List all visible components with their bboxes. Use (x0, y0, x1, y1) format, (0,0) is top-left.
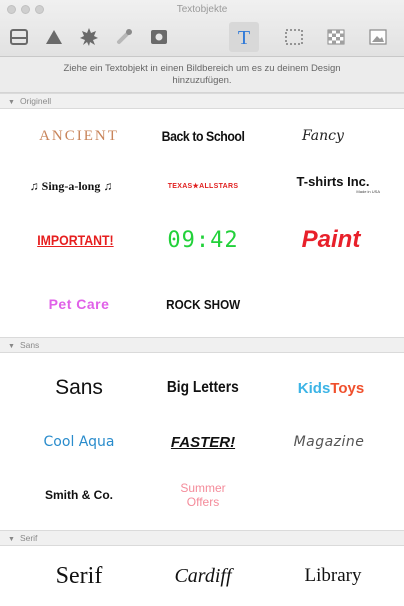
image-tool-button[interactable] (363, 22, 393, 52)
text-object-tshirts[interactable]: T-shirts Inc. Made in USA (266, 156, 400, 212)
text-object-label: Serif (55, 562, 103, 589)
text-object-label: Pet Care (48, 296, 110, 312)
text-object-rock-show[interactable]: ROCK SHOW (136, 276, 270, 332)
text-object-label: Sans (55, 376, 103, 399)
text-object-magazine[interactable]: Magazine (262, 414, 396, 470)
text-object-cool-aqua[interactable]: Cool Aqua (12, 414, 146, 470)
text-object-label: Summer (180, 481, 226, 495)
text-object-faster[interactable]: FASTER! (136, 414, 270, 470)
text-object-sing-a-long[interactable]: ♫ Sing-a-long ♫ (4, 158, 138, 214)
text-object-label: Cool Aqua (43, 434, 115, 450)
pattern-icon (327, 29, 345, 45)
text-object-kids-toys[interactable]: KidsToys (264, 360, 398, 416)
window-title: Textobjekte (176, 4, 228, 15)
selection-tool-button[interactable] (279, 22, 309, 52)
text-objects-window: Textobjekte T Ziehe ein Textobjekt in ei… (0, 0, 404, 606)
text-object-big-letters[interactable]: Big Letters (136, 360, 270, 416)
section-label: Originell (19, 96, 52, 106)
text-object-sublabel: Made in USA (356, 189, 380, 194)
badge-icon (80, 28, 98, 46)
hint-line-2: hinzuzufügen. (172, 75, 232, 86)
text-object-label: FASTER! (170, 433, 236, 451)
instruction-hint: Ziehe ein Textobjekt in einen Bildbereic… (0, 57, 404, 93)
hint-line-1: Ziehe ein Textobjekt in einen Bildbereic… (63, 63, 341, 74)
text-tool-button[interactable]: T (229, 22, 259, 52)
disclosure-triangle-icon: ▼ (8, 343, 15, 350)
section-label: Serif (19, 533, 38, 543)
text-object-cardiff[interactable]: Cardiff (136, 548, 270, 604)
text-icon: T (238, 27, 250, 48)
text-object-paint[interactable]: Paint (264, 212, 398, 268)
section-header-serif[interactable]: ▼ Serif (0, 530, 404, 546)
text-object-pet-care[interactable]: Pet Care (12, 276, 146, 332)
text-object-label: Cardiff (174, 564, 232, 587)
text-object-label: ♫ Sing-a-long ♫ (29, 178, 113, 193)
text-object-label: TEXAS★ALLSTARS (167, 183, 239, 190)
section-label: Sans (19, 340, 40, 350)
text-object-texas-allstars[interactable]: TEXAS★ALLSTARS (136, 158, 270, 214)
title-bar: Textobjekte T (0, 0, 404, 57)
text-object-label: ROCK SHOW (165, 296, 241, 312)
selection-icon (285, 29, 303, 45)
kids-word: Kids (297, 379, 331, 397)
text-object-summer-offers[interactable]: Summer Offers (136, 467, 270, 523)
text-object-label: IMPORTANT! (36, 232, 114, 248)
shapes-icon (46, 30, 62, 44)
section-header-sans[interactable]: ▼ Sans (0, 337, 404, 353)
brush-tool-button[interactable] (109, 22, 139, 52)
text-object-label: Big Letters (167, 379, 239, 396)
toys-word: Toys (330, 379, 365, 397)
text-object-smith-co[interactable]: Smith & Co. (12, 467, 146, 523)
photo-frame-icon (151, 30, 167, 44)
toolbar: T (0, 20, 404, 54)
text-object-label: Fancy (302, 128, 344, 144)
section-header-originell[interactable]: ▼ Originell (0, 93, 404, 109)
layout-tool-button[interactable] (4, 22, 34, 52)
image-icon (369, 29, 387, 45)
text-object-label: Library (304, 565, 362, 586)
shapes-tool-button[interactable] (39, 22, 69, 52)
text-object-serif[interactable]: Serif (12, 548, 146, 604)
brush-icon (117, 29, 132, 44)
text-object-clock[interactable]: 09:42 (136, 212, 270, 268)
badge-tool-button[interactable] (74, 22, 104, 52)
pattern-tool-button[interactable] (321, 22, 351, 52)
text-object-label: Back to School (161, 128, 245, 144)
frame-tool-button[interactable] (144, 22, 174, 52)
text-object-label: Smith & Co. (45, 488, 113, 502)
layout-icon (10, 29, 28, 45)
text-object-important[interactable]: IMPORTANT! (8, 212, 142, 268)
text-object-label: 09:42 (167, 227, 239, 253)
disclosure-triangle-icon: ▼ (8, 536, 15, 543)
text-object-label: KidsToys (298, 380, 364, 397)
text-object-label: T-shirts Inc. (296, 174, 370, 189)
text-object-label: Paint (301, 226, 361, 253)
text-object-label: Offers (186, 495, 220, 509)
text-object-label: ANCIENT (39, 127, 119, 144)
text-object-sans[interactable]: Sans (12, 360, 146, 416)
text-object-back-to-school[interactable]: Back to School (136, 108, 270, 164)
text-object-ancient[interactable]: ANCIENT (12, 108, 146, 164)
text-object-label: Magazine (293, 434, 365, 450)
text-object-library[interactable]: Library (266, 548, 400, 604)
svg-text:T: T (238, 27, 250, 48)
